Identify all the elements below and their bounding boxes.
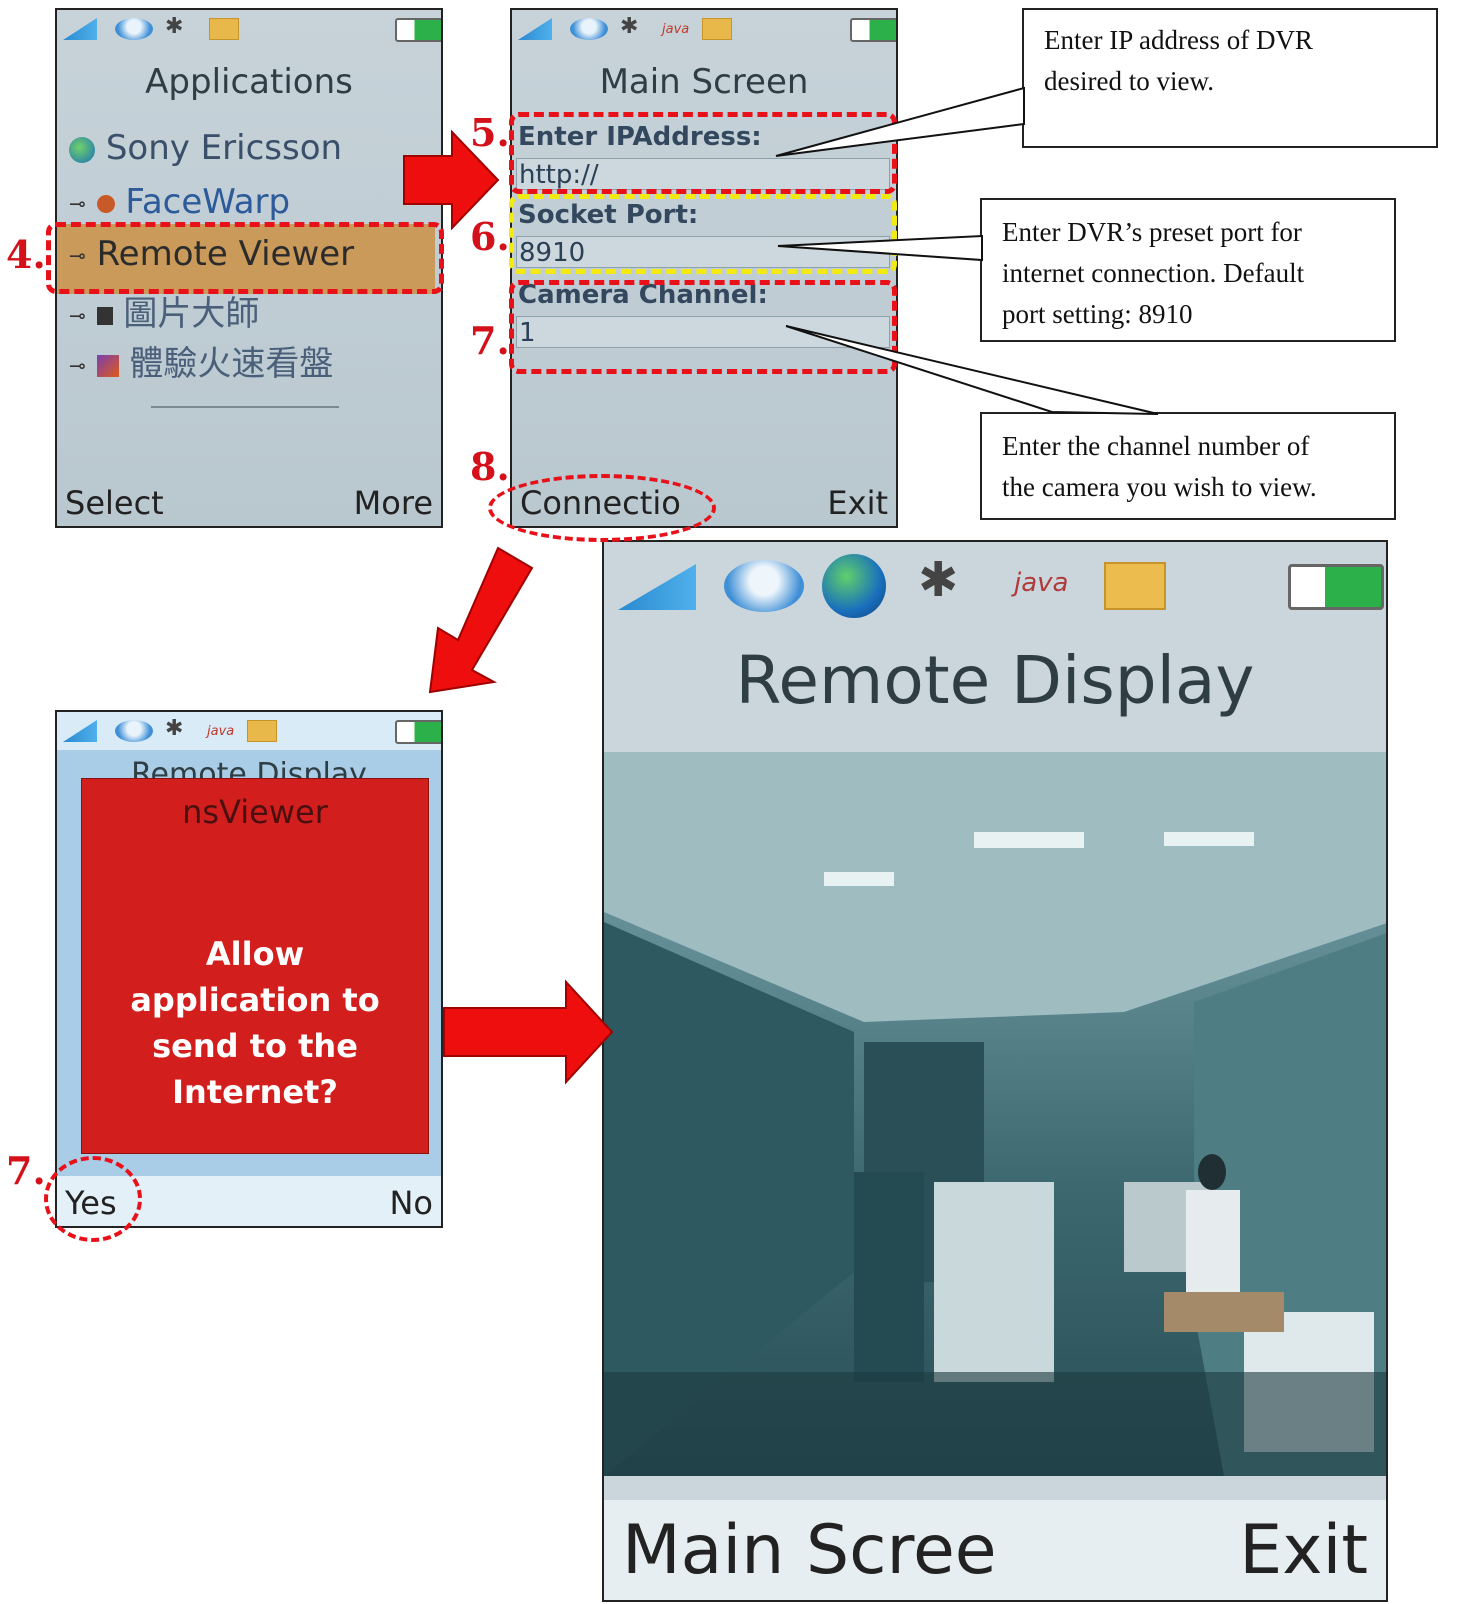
step7-yes-highlight — [44, 1156, 142, 1242]
arrow-to-permission — [428, 546, 534, 694]
menu-item-stock-viewer[interactable]: ⊸ 體驗火速看盤 — [69, 336, 333, 385]
globe-icon — [69, 136, 95, 163]
exit-softkey[interactable]: Exit — [1239, 1511, 1368, 1590]
menu-item-label: Sony Ericsson — [105, 128, 343, 168]
key-icon: ⊸ — [69, 303, 86, 328]
status-bar: ✱ — [57, 10, 441, 48]
bluetooth-icon: ✱ — [620, 14, 639, 39]
battery-icon — [1288, 564, 1384, 610]
callout-line: Enter DVR’s preset port for — [1002, 217, 1302, 247]
network-icon — [570, 18, 608, 40]
step-number-8: 8. — [470, 444, 510, 489]
softkey-bar: Select More — [57, 482, 441, 526]
step4-highlight — [46, 222, 444, 294]
permission-screen: ✱ java Remote Display nsViewer Allow app… — [55, 710, 443, 1228]
battery-icon — [395, 720, 441, 744]
step-number-5: 5. — [470, 110, 510, 155]
page-title: Remote Display — [735, 642, 1255, 719]
globe-icon — [822, 554, 886, 618]
callout-line: desired to view. — [1044, 66, 1214, 96]
step8-highlight — [488, 474, 716, 542]
no-softkey[interactable]: No — [389, 1184, 433, 1222]
callout-line: internet connection. Default — [1002, 258, 1305, 288]
arrow-to-remote-display — [443, 979, 614, 1085]
facewarp-icon — [96, 194, 115, 213]
page-title: Main Screen — [599, 62, 809, 102]
menu-item-label: FaceWarp — [125, 182, 291, 222]
network-icon — [724, 560, 804, 612]
socket-port-callout: Enter DVR’s preset port for internet con… — [980, 198, 1396, 342]
mail-icon — [1104, 562, 1166, 610]
mail-icon — [702, 18, 732, 40]
camera-feed-image — [604, 752, 1386, 1476]
divider — [151, 406, 339, 408]
menu-item-label: 體驗火速看盤 — [129, 344, 334, 384]
ip-address-callout: Enter IP address of DVR desired to view. — [1022, 8, 1438, 148]
dialog-title: nsViewer — [182, 793, 328, 831]
bluetooth-icon: ✱ — [165, 716, 184, 741]
step7-highlight — [509, 280, 897, 374]
status-bar: ✱ java — [57, 712, 441, 750]
signal-icon — [63, 720, 97, 742]
dialog-message: Allow application to send to the Interne… — [130, 935, 380, 1111]
page-title: Applications — [145, 62, 353, 102]
more-softkey[interactable]: More — [354, 484, 433, 522]
step-number-6: 6. — [470, 214, 510, 259]
status-bar: ✱ java — [512, 10, 896, 48]
select-softkey[interactable]: Select — [65, 484, 164, 522]
camera-channel-callout: Enter the channel number of the camera y… — [980, 412, 1396, 520]
background-title: Remote Display — [131, 758, 367, 780]
menu-item-sony-ericsson[interactable]: Sony Ericsson — [69, 128, 342, 168]
java-icon: java — [662, 22, 690, 37]
stock-app-icon — [96, 354, 119, 377]
key-icon: ⊸ — [69, 353, 86, 378]
callout-line: Enter the channel number of — [1002, 431, 1310, 461]
menu-item-label: 圖片大師 — [123, 294, 260, 334]
java-icon: java — [1014, 568, 1069, 598]
callout-line: the camera you wish to view. — [1002, 472, 1317, 502]
exit-softkey[interactable]: Exit — [827, 484, 888, 522]
bluetooth-icon: ✱ — [165, 14, 184, 39]
step-number-7: 7. — [470, 318, 510, 363]
java-icon: java — [207, 724, 235, 739]
step-number-4: 4. — [6, 232, 46, 277]
callout-line: port setting: 8910 — [1002, 299, 1193, 329]
step6-highlight — [509, 194, 897, 274]
main-screen-softkey[interactable]: Main Scree — [622, 1511, 997, 1590]
battery-icon — [850, 18, 896, 42]
signal-icon — [63, 18, 97, 40]
app-icon — [96, 306, 113, 325]
network-icon — [115, 18, 153, 40]
signal-icon — [618, 564, 696, 610]
step5-highlight — [509, 112, 897, 194]
mail-icon — [209, 18, 239, 40]
signal-icon — [518, 18, 552, 40]
menu-item-facewarp[interactable]: ⊸ FaceWarp — [69, 182, 290, 222]
permission-dialog: nsViewer Allow application to send to th… — [81, 778, 429, 1154]
key-icon: ⊸ — [69, 191, 86, 216]
remote-display-screen: ✱ java Remote Display Main Scree Exit — [602, 540, 1388, 1602]
camera-feed — [604, 752, 1386, 1476]
network-icon — [115, 720, 153, 742]
step-number-7-yes: 7. — [6, 1148, 46, 1193]
mail-icon — [247, 720, 277, 742]
callout-line: Enter IP address of DVR — [1044, 25, 1313, 55]
bluetooth-icon: ✱ — [918, 552, 959, 608]
status-bar: ✱ java — [604, 542, 1386, 622]
battery-icon — [395, 18, 441, 42]
softkey-bar: Main Scree Exit — [604, 1500, 1386, 1600]
